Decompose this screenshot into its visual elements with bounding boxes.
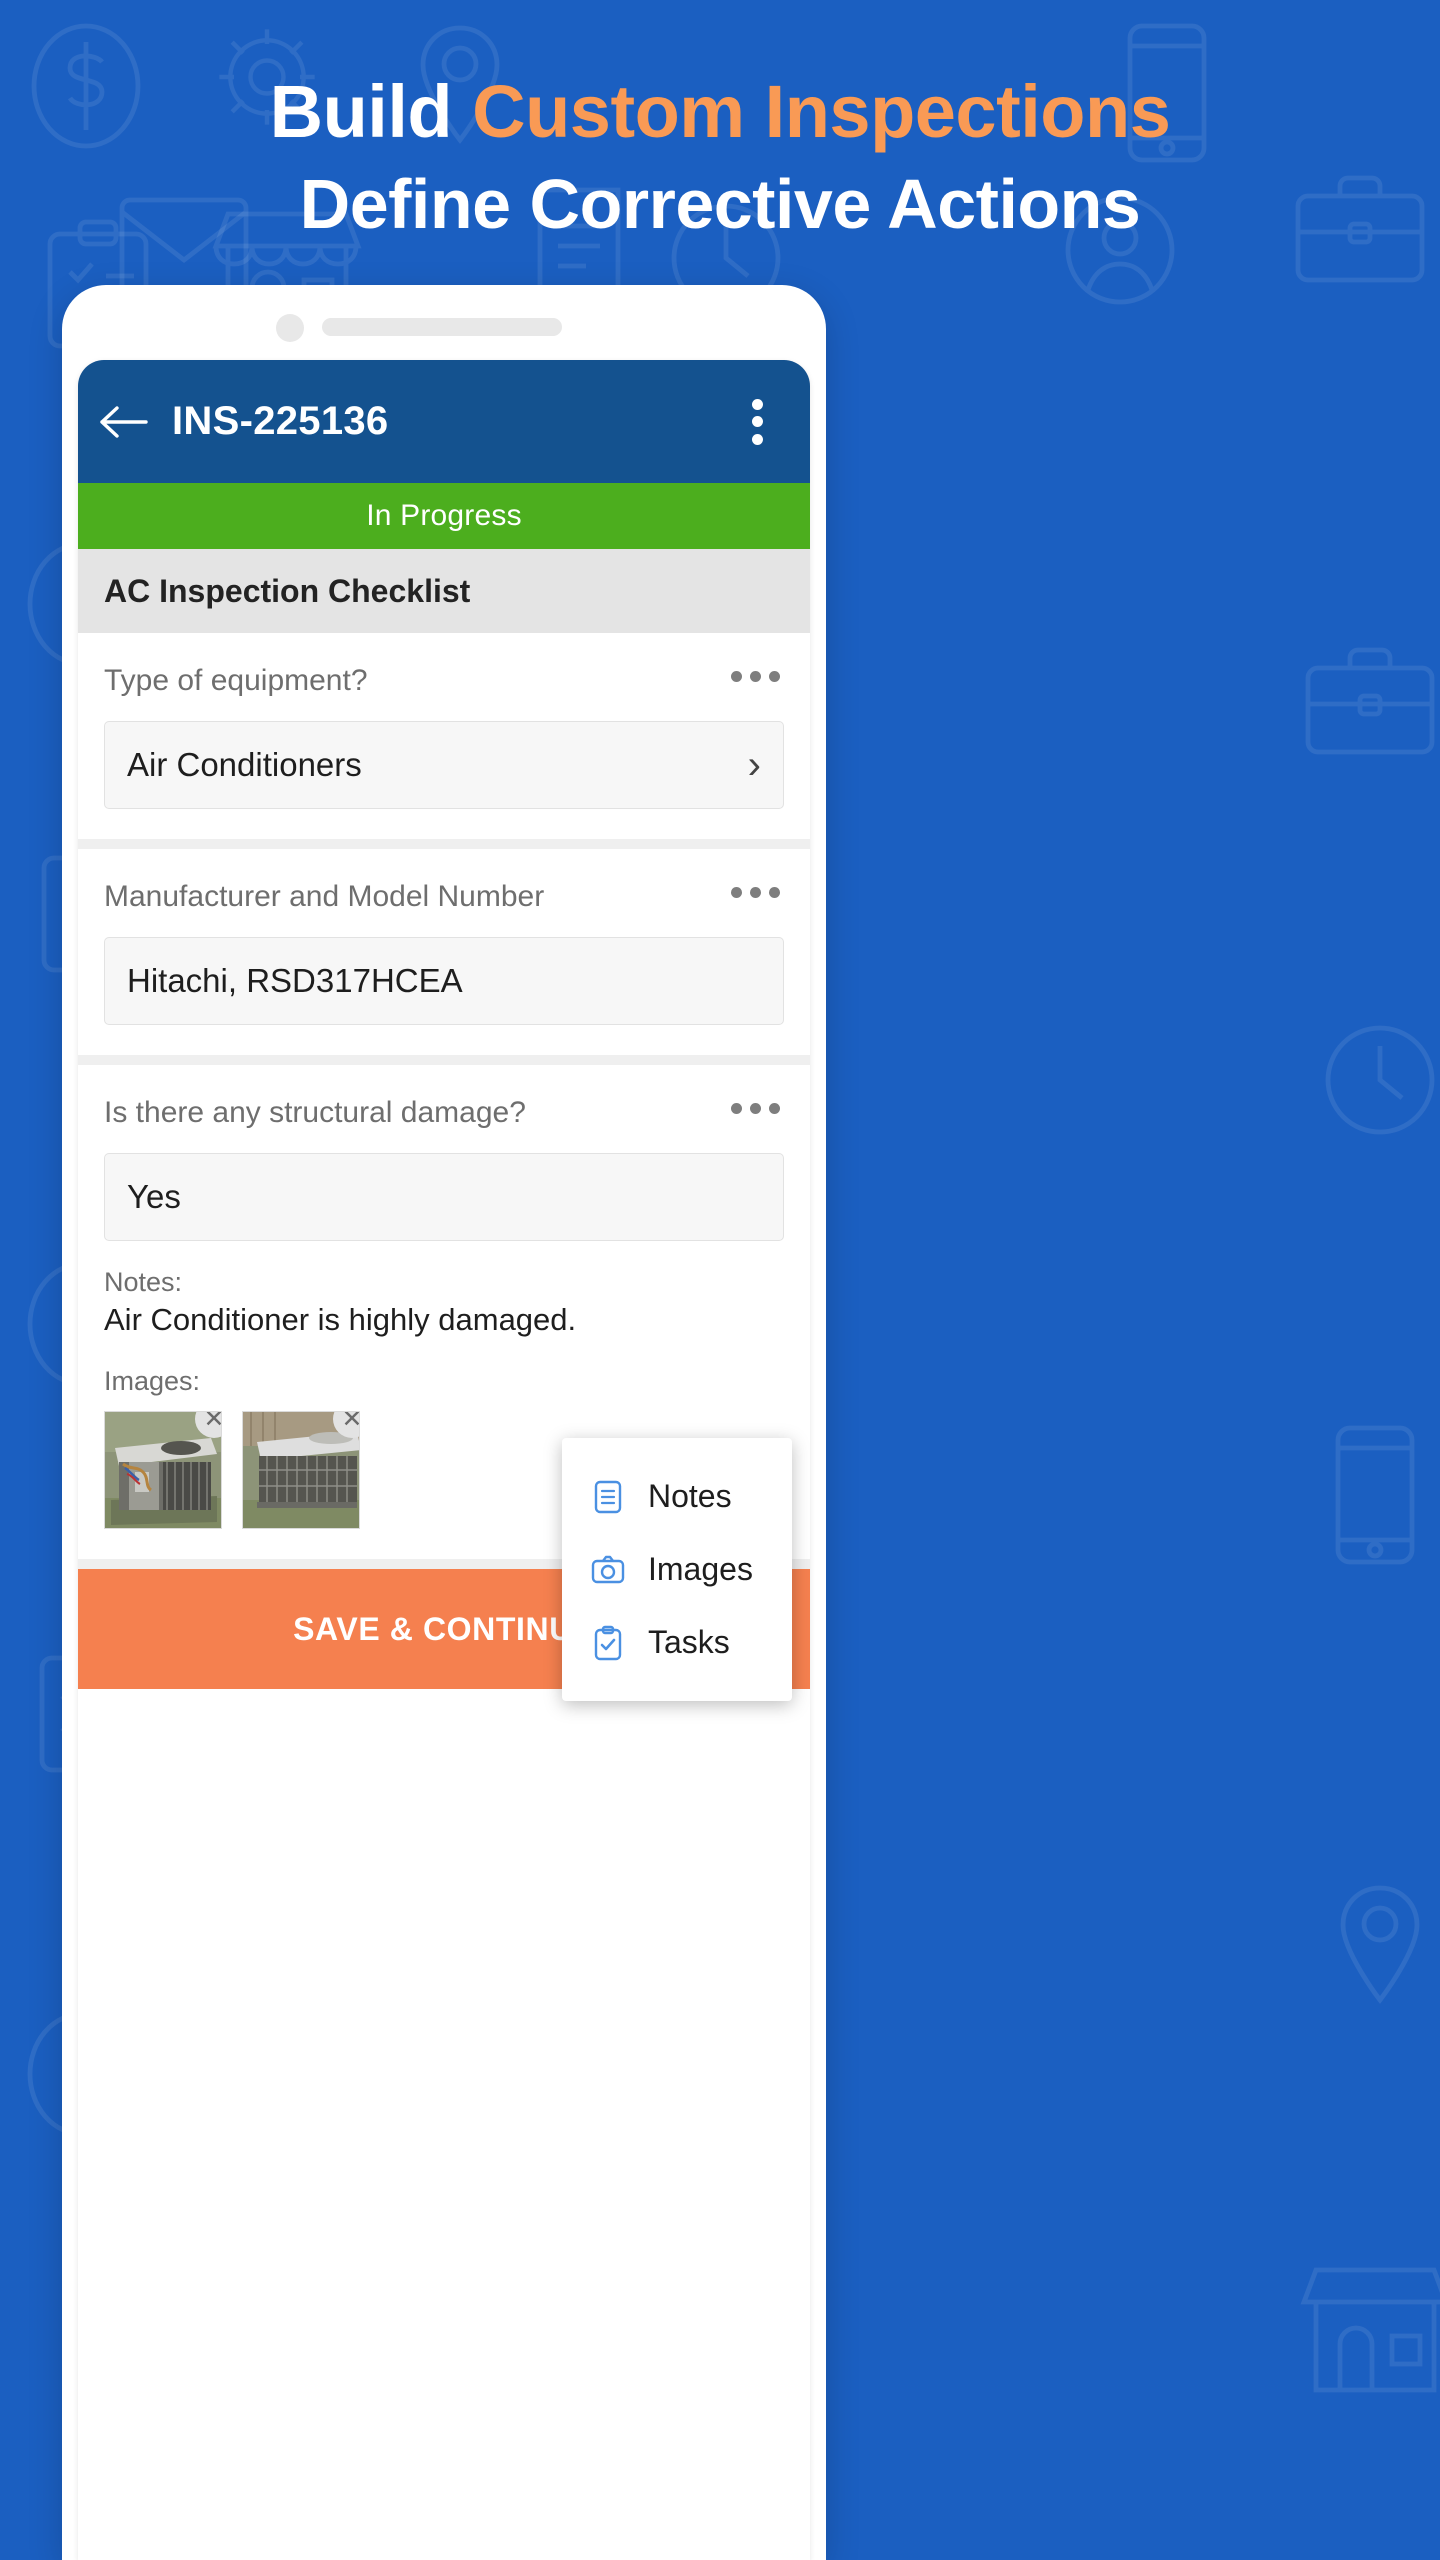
image-thumbnail[interactable]: ✕ xyxy=(104,1411,222,1529)
section-divider xyxy=(78,1055,810,1065)
damage-select-field[interactable]: Yes xyxy=(104,1153,784,1241)
question-block-equipment: Type of equipment? Air Conditioners › xyxy=(78,633,810,839)
phone-mockup: INS-225136 In Progress AC Inspection Che… xyxy=(62,285,826,2560)
field-value: Air Conditioners xyxy=(127,746,362,783)
camera-icon xyxy=(590,1552,626,1588)
save-button-label: SAVE & CONTINUE xyxy=(293,1610,595,1647)
notes-text: Air Conditioner is highly damaged. xyxy=(104,1302,577,1337)
question-label: Type of equipment? xyxy=(104,664,368,697)
headline-accent-text: Custom Inspections xyxy=(472,70,1171,153)
mobile-phone-icon xyxy=(1335,1425,1415,1565)
more-horizontal-icon[interactable] xyxy=(715,877,784,898)
menu-item-label: Notes xyxy=(648,1478,732,1514)
phone-speaker-icon xyxy=(322,318,562,336)
status-badge: In Progress xyxy=(78,483,810,549)
equipment-select-field[interactable]: Air Conditioners › xyxy=(104,721,784,809)
manufacturer-text-field[interactable]: Hitachi, RSD317HCEA xyxy=(104,937,784,1025)
back-arrow-icon[interactable] xyxy=(96,394,152,450)
notes-label: Notes: xyxy=(104,1267,183,1297)
question-block-manufacturer: Manufacturer and Model Number Hitachi, R… xyxy=(78,849,810,1055)
phone-top-bezel xyxy=(62,285,826,360)
clipboard-check-icon xyxy=(590,1625,626,1661)
field-value: Hitachi, RSD317HCEA xyxy=(127,962,463,999)
status-label: In Progress xyxy=(366,499,522,532)
context-menu: Notes Images Tasks xyxy=(562,1438,792,1701)
store-icon xyxy=(1300,2267,1440,2393)
menu-item-label: Tasks xyxy=(648,1624,730,1660)
headline-line-1: Build Custom Inspections xyxy=(0,68,1440,155)
notes-icon xyxy=(590,1479,626,1515)
menu-item-tasks[interactable]: Tasks xyxy=(562,1606,792,1679)
images-label: Images: xyxy=(104,1366,201,1396)
question-label: Is there any structural damage? xyxy=(104,1096,526,1129)
checklist-header: AC Inspection Checklist xyxy=(78,549,810,633)
app-bar: INS-225136 xyxy=(78,360,810,483)
menu-item-notes[interactable]: Notes xyxy=(562,1460,792,1533)
headline-plain-text: Build xyxy=(269,70,473,153)
map-pin-icon xyxy=(1340,1885,1420,2004)
question-label: Manufacturer and Model Number xyxy=(104,880,545,913)
headline-line-2: Define Corrective Actions xyxy=(299,165,1141,244)
hero-headline: Build Custom Inspections Define Correcti… xyxy=(0,68,1440,246)
image-thumbnail[interactable]: ✕ xyxy=(242,1411,360,1529)
menu-item-images[interactable]: Images xyxy=(562,1533,792,1606)
menu-item-label: Images xyxy=(648,1551,753,1587)
checklist-title-label: AC Inspection Checklist xyxy=(104,572,471,609)
phone-camera-icon xyxy=(276,314,304,342)
briefcase-icon xyxy=(1305,647,1435,755)
field-value: Yes xyxy=(127,1178,181,1215)
page-title: INS-225136 xyxy=(172,399,389,443)
more-horizontal-icon[interactable] xyxy=(715,661,784,682)
app-screen: INS-225136 In Progress AC Inspection Che… xyxy=(78,360,810,2560)
section-divider xyxy=(78,839,810,849)
more-vertical-icon[interactable] xyxy=(734,393,780,451)
chevron-right-icon: › xyxy=(747,743,761,787)
clock-icon xyxy=(1325,1025,1435,1135)
more-horizontal-icon[interactable] xyxy=(715,1093,784,1114)
